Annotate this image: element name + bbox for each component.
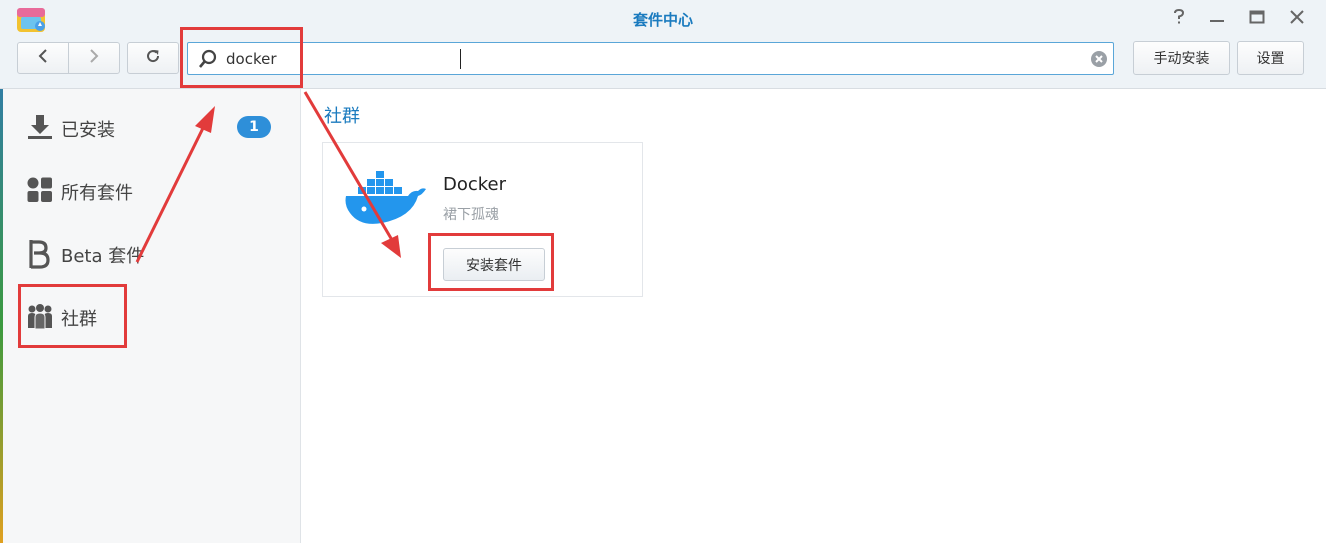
beta-icon xyxy=(26,239,54,269)
annotation-box-community xyxy=(18,284,127,348)
manual-install-button[interactable]: 手动安装 xyxy=(1133,41,1230,75)
text-caret xyxy=(460,49,461,69)
help-icon[interactable] xyxy=(1168,6,1190,28)
search-input[interactable]: docker xyxy=(187,42,1114,75)
sidebar-item-label: Beta 套件 xyxy=(61,246,145,267)
settings-button[interactable]: 设置 xyxy=(1237,41,1304,75)
annotation-box-install xyxy=(428,233,554,291)
back-button[interactable] xyxy=(17,42,69,74)
docker-whale-icon xyxy=(342,165,426,235)
sidebar-item-all-packages[interactable]: 所有套件 xyxy=(18,170,288,210)
grid-icon xyxy=(26,176,54,204)
close-icon[interactable] xyxy=(1286,6,1308,28)
sidebar-item-label: 所有套件 xyxy=(61,183,133,204)
package-author: 裙下孤魂 xyxy=(443,207,499,223)
section-title: 社群 xyxy=(324,106,360,127)
refresh-button[interactable] xyxy=(127,42,179,74)
package-name[interactable]: Docker xyxy=(443,174,506,195)
installed-count-badge: 1 xyxy=(237,116,271,138)
annotation-box-search xyxy=(180,27,303,88)
sidebar-item-beta[interactable]: Beta 套件 xyxy=(18,233,288,273)
maximize-icon[interactable] xyxy=(1246,6,1268,28)
chevron-right-icon xyxy=(88,48,100,68)
refresh-icon xyxy=(144,47,162,69)
sidebar-item-label: 已安装 xyxy=(61,120,115,141)
chevron-left-icon xyxy=(37,48,49,68)
forward-button[interactable] xyxy=(68,42,120,74)
clear-icon[interactable] xyxy=(1090,50,1108,72)
download-icon xyxy=(26,113,54,141)
minimize-icon[interactable] xyxy=(1206,6,1228,28)
